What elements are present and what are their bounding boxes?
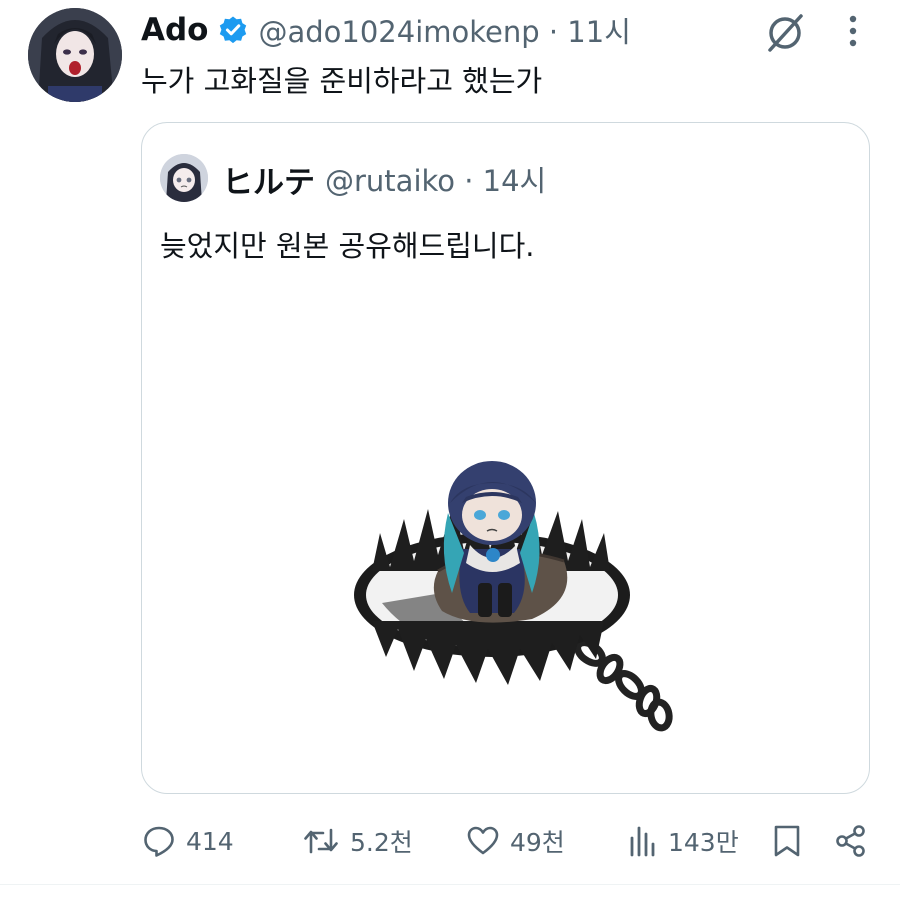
reply-icon — [142, 824, 176, 858]
tweet-divider — [0, 884, 900, 885]
tweet-text: 누가 고화질을 준비하라고 했는가 — [141, 64, 543, 98]
more-vertical-icon[interactable] — [838, 10, 868, 56]
share-icon — [834, 824, 868, 858]
verified-badge-icon — [218, 15, 248, 45]
retweet-icon — [302, 824, 340, 858]
reply-button[interactable]: 414 — [142, 810, 234, 872]
quoted-header: ヒルテ @rutaiko · 14시 — [222, 156, 546, 202]
like-button[interactable]: 49천 — [466, 810, 565, 872]
retweet-button[interactable]: 5.2천 — [302, 810, 413, 872]
bookmark-icon — [772, 824, 802, 858]
like-icon — [466, 824, 500, 858]
quoted-author-avatar[interactable] — [160, 154, 208, 202]
action-bar: 414 5.2천 49천 143만 — [0, 810, 900, 872]
view-count: 143만 — [668, 828, 739, 857]
quoted-tweet-text: 늦었지만 원본 공유해드립니다. — [160, 229, 535, 263]
like-count: 49천 — [510, 828, 565, 857]
author-handle-time[interactable]: @ado1024imokenp · 11시 — [258, 9, 630, 51]
tweet-header: Ado @ado1024imokenp · 11시 — [141, 8, 631, 52]
author-avatar[interactable] — [28, 8, 122, 102]
quoted-tweet[interactable]: ヒルテ @rutaiko · 14시 늦었지만 원본 공유해드립니다. — [141, 122, 870, 794]
quoted-author-handle-time[interactable]: @rutaiko · 14시 — [325, 158, 546, 200]
bookmark-button[interactable] — [772, 810, 802, 872]
quoted-media-image[interactable] — [342, 453, 687, 735]
quoted-author-name[interactable]: ヒルテ — [222, 157, 315, 202]
views-icon — [628, 824, 658, 858]
author-name[interactable]: Ado — [141, 12, 208, 48]
reply-count: 414 — [186, 826, 234, 856]
share-button[interactable] — [834, 810, 868, 872]
grok-icon[interactable] — [762, 10, 808, 56]
retweet-count: 5.2천 — [350, 828, 413, 857]
views-button[interactable]: 143만 — [628, 810, 739, 872]
